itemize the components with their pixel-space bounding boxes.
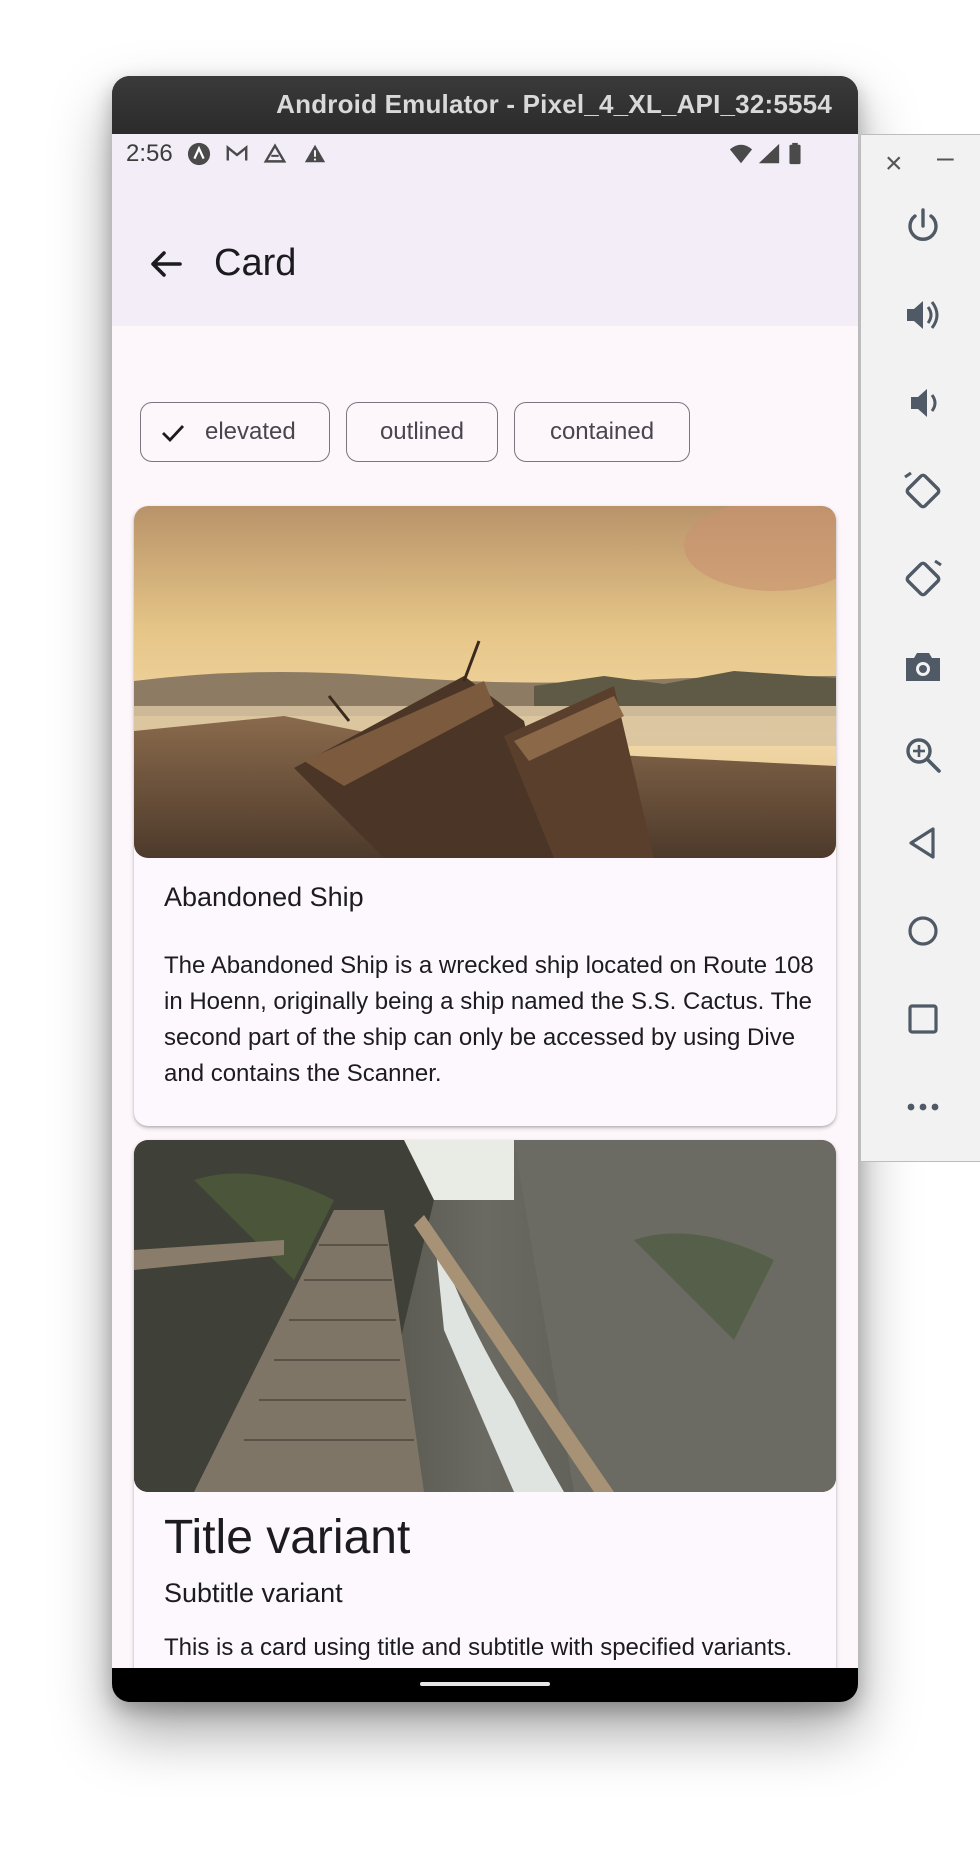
chip-elevated[interactable]: elevated [140,402,330,462]
check-icon [162,425,185,443]
more-icon[interactable] [901,1085,945,1129]
chip-outlined[interactable]: outlined [346,402,498,462]
alert-icon [304,144,326,163]
zoom-icon[interactable] [901,733,945,777]
canyon-boardwalk-image [134,1140,836,1492]
chip-contained[interactable]: contained [514,402,690,462]
card-body: The Abandoned Ship is a wrecked ship loc… [164,952,814,1087]
card-body: This is a card using title and subtitle … [164,1634,793,1661]
minimize-icon[interactable]: – [937,141,954,175]
cell-signal-icon [758,143,780,164]
abandoned-ship-image [134,506,836,858]
power-icon[interactable] [901,205,945,249]
chip-label: contained [549,418,655,445]
device-screen: 2:56 Card elevated outlined contained Ab… [112,134,858,1702]
top-app-bar: Card [112,170,858,326]
gesture-navigation-bar [112,1668,858,1702]
battery-icon [789,142,801,165]
chip-label: outlined [379,418,465,445]
page-title: Card [214,242,297,284]
card-title-variant[interactable]: Title variant Subtitle variant This is a… [134,1140,836,1702]
drive-icon [263,143,287,163]
card-title: Title variant [164,1511,411,1564]
card-title: Abandoned Ship [164,882,364,912]
status-bar: 2:56 [112,134,858,170]
gmail-icon [226,145,248,161]
emulator-window: Android Emulator - Pixel_4_XL_API_32:555… [112,76,858,1702]
wifi-icon [729,144,753,164]
camera-icon[interactable] [901,645,945,689]
back-icon[interactable] [901,821,945,865]
app-notification-icon [187,142,211,166]
status-time: 2:56 [126,140,173,167]
overview-icon[interactable] [901,997,945,1041]
volume-up-icon[interactable] [901,293,945,337]
volume-down-icon[interactable] [901,381,945,425]
home-icon[interactable] [901,909,945,953]
emulator-side-toolbar: × – [860,134,980,1162]
back-arrow-icon[interactable] [142,240,190,288]
window-title[interactable]: Android Emulator - Pixel_4_XL_API_32:555… [112,76,858,134]
home-handle[interactable] [420,1682,550,1686]
card-abandoned-ship[interactable]: Abandoned Ship The Abandoned Ship is a w… [134,506,836,1126]
chip-label: elevated [205,418,296,445]
card-subtitle: Subtitle variant [164,1578,343,1608]
rotate-left-icon[interactable] [901,469,945,513]
close-icon[interactable]: × [885,147,903,181]
rotate-right-icon[interactable] [901,557,945,601]
